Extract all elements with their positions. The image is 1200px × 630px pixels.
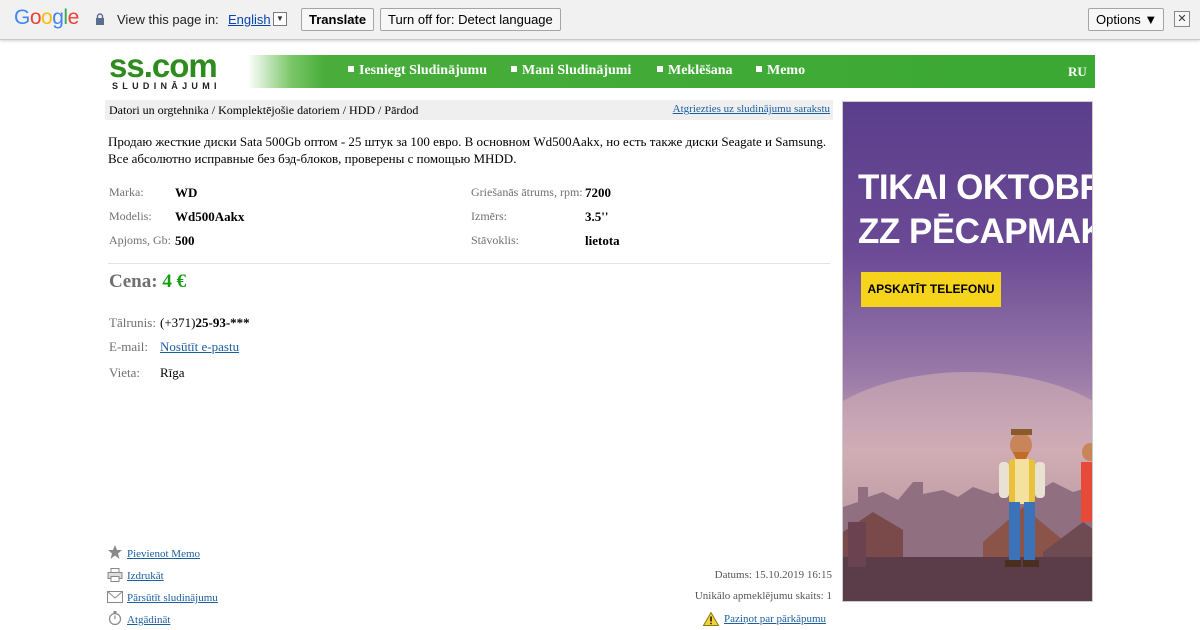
ad-headline: TIKAI OKTOBRĪ ZZ PĒCAPMAKSĀ [858, 166, 1093, 254]
ad-view-phone-button[interactable]: APSKATĪT TELEFONU [861, 272, 1001, 307]
attr-rpm-value: 7200 [585, 185, 611, 200]
print-link[interactable]: Izdrukāt [127, 570, 164, 582]
attr-size-value: 3.5'' [585, 209, 609, 224]
attr-brand-value: WD [175, 185, 198, 200]
close-icon[interactable]: ✕ [1174, 11, 1190, 27]
view-page-in-label: View this page in: [117, 12, 219, 27]
divider [108, 263, 830, 264]
star-icon[interactable] [107, 545, 123, 559]
add-memo-link[interactable]: Pievienot Memo [127, 548, 200, 560]
email-label: E-mail: [109, 339, 148, 354]
location-label: Vieta: [109, 365, 140, 380]
language-select[interactable]: English [228, 12, 271, 27]
nav-search[interactable]: Meklēšana [657, 63, 733, 79]
attr-condition-value: lietota [585, 233, 620, 248]
logo-subtitle: SLUDINĀJUMI [112, 81, 221, 91]
nav-memo[interactable]: Memo [756, 63, 805, 79]
attr-rpm-label: Griešanās ātrums, rpm: [471, 185, 583, 199]
ad-line-2: ZZ PĒCAPMAKSĀ [858, 212, 1092, 251]
breadcrumb-path[interactable]: Datori un orgtehnika / Komplektējošie da… [109, 103, 418, 118]
ad-line-1: TIKAI OKTOBRĪ [858, 168, 1093, 207]
advertisement-banner[interactable]: TIKAI OKTOBRĪ ZZ PĒCAPMAKSĀ APSKATĪT TEL… [842, 101, 1093, 602]
envelope-icon[interactable] [107, 590, 123, 604]
translate-bar: Google View this page in: English ▼ Tran… [0, 0, 1200, 40]
price: Cena: 4 € [109, 271, 186, 293]
attr-size-label: Izmērs: [471, 209, 507, 223]
google-logo: Google [14, 6, 79, 29]
nav-submit-ad[interactable]: Iesniegt Sludinājumu [348, 63, 487, 79]
language-ru-link[interactable]: RU [1068, 64, 1087, 80]
nav-my-ads[interactable]: Mani Sludinājumi [511, 63, 631, 79]
translate-button[interactable]: Translate [301, 8, 375, 31]
attr-model-label: Modelis: [109, 209, 152, 223]
printer-icon[interactable] [107, 568, 123, 582]
phone-prefix: (+371) [160, 315, 196, 330]
price-label: Cena: [109, 271, 158, 292]
remind-link[interactable]: Atgādināt [127, 614, 170, 626]
unique-views: Unikālo apmeklējumu skaits: 1 [694, 590, 832, 602]
attr-brand-label: Marka: [109, 185, 144, 199]
warning-icon[interactable] [703, 612, 719, 626]
options-button[interactable]: Options ▼ [1088, 8, 1165, 31]
phone-number: 25-93-*** [195, 315, 250, 330]
report-violation-link[interactable]: Paziņot par pārkāpumu [724, 613, 826, 625]
breadcrumb: Datori un orgtehnika / Komplektējošie da… [105, 100, 833, 120]
location-value: Rīga [160, 365, 185, 380]
main-nav: Iesniegt Sludinājumu Mani Sludinājumi Me… [248, 55, 1095, 88]
back-to-list-link[interactable]: Atgriezties uz sludinājumu sarakstu [673, 103, 830, 115]
forward-ad-link[interactable]: Pārsūtīt sludinājumu [127, 592, 218, 604]
price-value: 4 € [162, 271, 187, 292]
phone-value[interactable]: (+371)25-93-*** [160, 315, 250, 331]
attr-capacity-value: 500 [175, 233, 195, 248]
language-dropdown-icon[interactable]: ▼ [273, 12, 287, 26]
lock-icon [96, 13, 104, 25]
attr-model-value: Wd500Aakx [175, 209, 245, 224]
listing-description: Продаю жесткие диски Sata 500Gb оптом - … [108, 134, 827, 166]
attr-condition-label: Stāvoklis: [471, 233, 520, 247]
attr-capacity-label: Apjoms, Gb: [109, 233, 172, 247]
stopwatch-icon[interactable] [107, 611, 123, 625]
logo-text: ss.com [109, 47, 218, 84]
turn-off-button[interactable]: Turn off for: Detect language [380, 8, 561, 31]
date-posted: Datums: 15.10.2019 16:15 [714, 569, 832, 581]
send-email-link[interactable]: Nosūtīt e-pastu [160, 339, 239, 355]
site-logo[interactable]: ss.com SLUDINĀJUMI [109, 47, 244, 91]
phone-label: Tālrunis: [109, 315, 156, 330]
